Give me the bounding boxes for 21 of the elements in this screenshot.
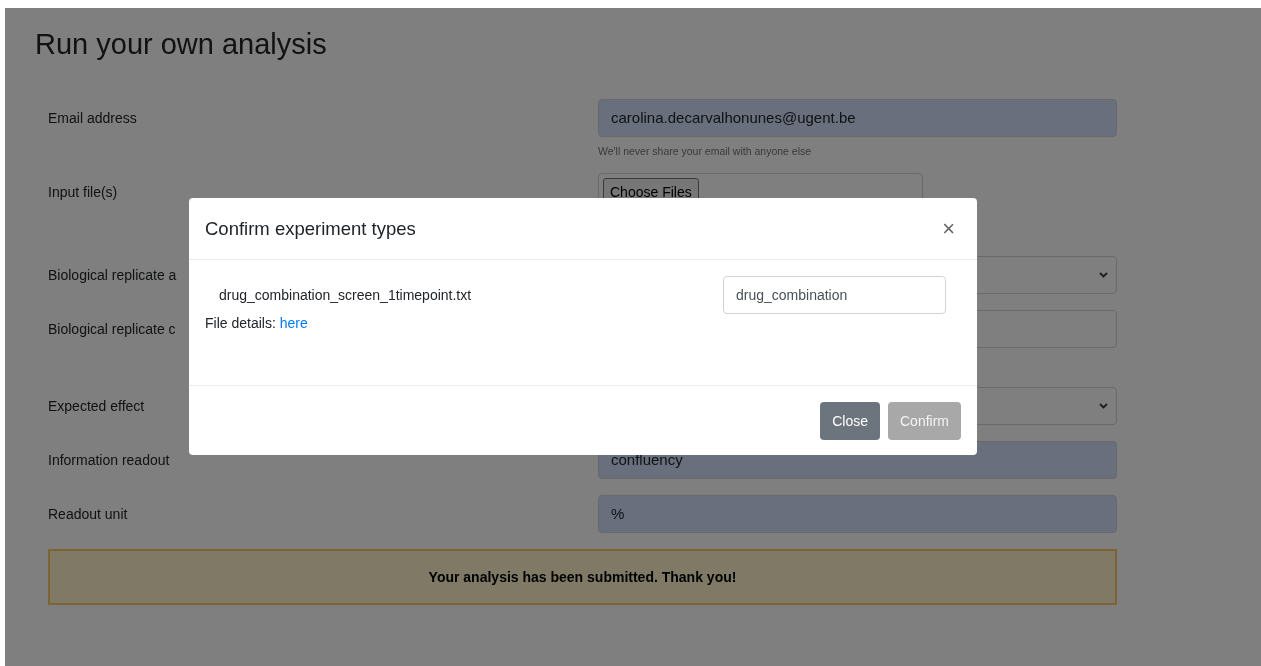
field-label: Biological replicate c	[48, 320, 176, 339]
experiment-type-field[interactable]: drug_combination	[723, 276, 946, 314]
field-label: Expected effect	[48, 397, 145, 416]
dialog-title: Confirm experiment types	[205, 217, 416, 240]
close-dialog-button[interactable]: Close	[820, 401, 880, 440]
help-text: We'll never share your email with anyone else	[598, 145, 813, 157]
text-field[interactable]: %	[598, 495, 1117, 533]
chevron-down-icon	[1099, 403, 1108, 409]
field-label: Email address	[48, 109, 137, 128]
field-label: Input file(s)	[48, 183, 118, 202]
field-label: Biological replicate a	[48, 266, 177, 285]
field-label: Information readout	[48, 451, 170, 470]
close-button[interactable]: ×	[936, 215, 961, 242]
page-title: Run your own analysis	[35, 28, 328, 61]
field-label: Readout unit	[48, 505, 128, 524]
chevron-down-icon	[1099, 272, 1108, 278]
here-link[interactable]: here	[279, 315, 308, 331]
text-field[interactable]: carolina.decarvalhonunes@ugent.be	[598, 99, 1117, 137]
file-name: drug_combination_screen_1timepoint.txt	[219, 287, 472, 303]
success-alert: Your analysis has been submitted. Thank you!	[48, 549, 1117, 605]
file-details-text: File details: here	[205, 315, 309, 331]
